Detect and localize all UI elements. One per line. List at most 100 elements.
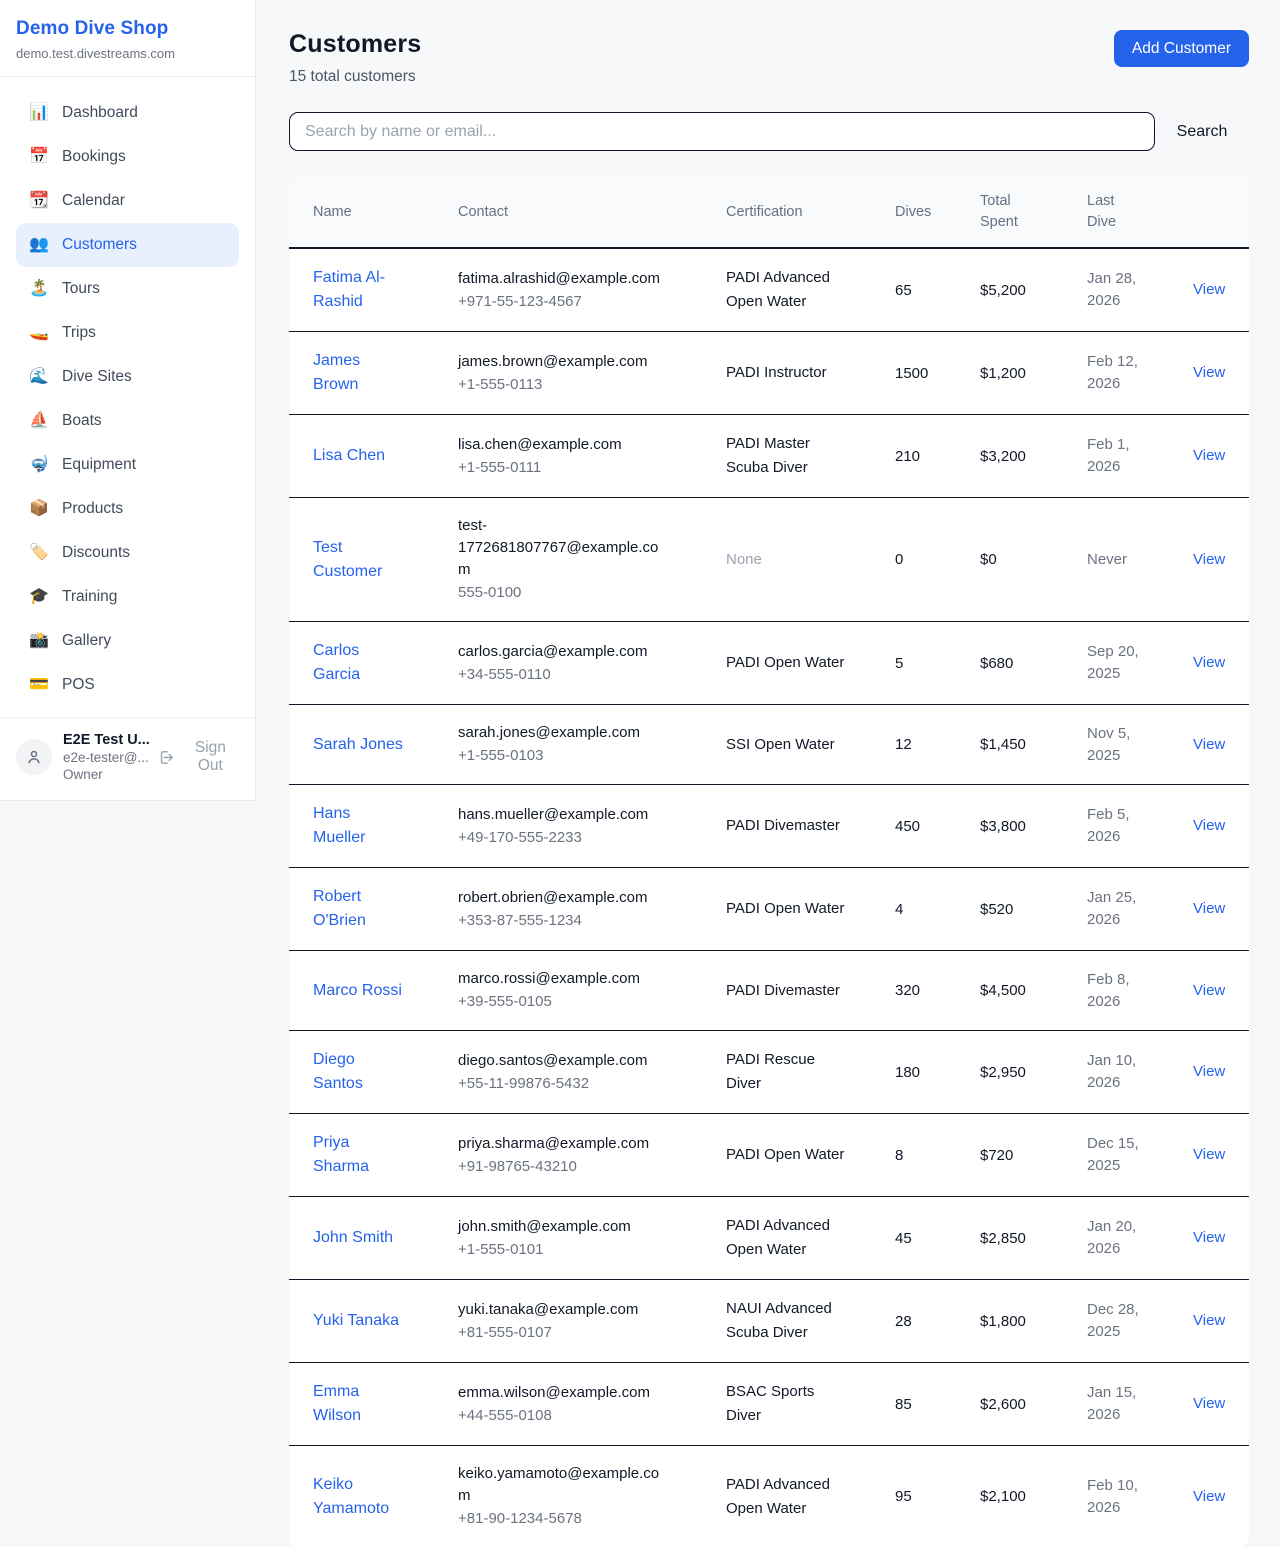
table-row: Diego Santos diego.santos@example.com +5… bbox=[289, 1031, 1249, 1114]
sidebar-item-bookings[interactable]: 📅 Bookings bbox=[16, 135, 239, 179]
page-header: Customers 15 total customers Add Custome… bbox=[289, 30, 1249, 86]
customer-name-link[interactable]: Emma Wilson bbox=[313, 1380, 406, 1428]
certification-value: PADI Open Water bbox=[726, 897, 844, 921]
search-input[interactable] bbox=[289, 112, 1155, 151]
sidebar-item-dive-sites[interactable]: 🌊 Dive Sites bbox=[16, 355, 239, 399]
sidebar-item-pos[interactable]: 💳 POS bbox=[16, 663, 239, 707]
sign-out-button[interactable]: Sign Out bbox=[158, 739, 239, 775]
customer-name-link[interactable]: James Brown bbox=[313, 349, 406, 397]
customer-last-dive-cell: Jan 10, 2026 bbox=[1087, 1050, 1193, 1094]
wave-icon: 🌊 bbox=[29, 369, 49, 385]
customer-total-spent-cell: $3,200 bbox=[980, 448, 1087, 465]
certification-value: NAUI Advanced Scuba Diver bbox=[726, 1297, 852, 1345]
sidebar-item-tours[interactable]: 🏝️ Tours bbox=[16, 267, 239, 311]
search-button[interactable]: Search bbox=[1177, 123, 1228, 141]
certification-value: PADI Rescue Diver bbox=[726, 1048, 852, 1096]
island-icon: 🏝️ bbox=[29, 281, 49, 297]
view-customer-link[interactable]: View bbox=[1193, 654, 1225, 671]
customer-name-link[interactable]: Diego Santos bbox=[313, 1048, 406, 1096]
customer-email: carlos.garcia@example.com bbox=[458, 641, 670, 663]
view-customer-link[interactable]: View bbox=[1193, 900, 1225, 917]
customer-name-link[interactable]: Keiko Yamamoto bbox=[313, 1473, 406, 1521]
customer-name-link[interactable]: Fatima Al-Rashid bbox=[313, 266, 406, 314]
customer-contact-cell: lisa.chen@example.com +1-555-0111 bbox=[458, 434, 726, 479]
view-customer-link[interactable]: View bbox=[1193, 551, 1225, 568]
customer-email: hans.mueller@example.com bbox=[458, 804, 670, 826]
sidebar-item-discounts[interactable]: 🏷️ Discounts bbox=[16, 531, 239, 575]
customer-name-link[interactable]: Sarah Jones bbox=[313, 733, 403, 757]
customer-email: yuki.tanaka@example.com bbox=[458, 1299, 670, 1321]
sidebar-item-calendar[interactable]: 📆 Calendar bbox=[16, 179, 239, 223]
last-dive-value: Feb 8, 2026 bbox=[1087, 969, 1147, 1013]
customer-email: lisa.chen@example.com bbox=[458, 434, 670, 456]
customer-name-cell: Hans Mueller bbox=[313, 802, 458, 850]
customer-name-link[interactable]: John Smith bbox=[313, 1226, 393, 1250]
customer-last-dive-cell: Feb 10, 2026 bbox=[1087, 1475, 1193, 1519]
customer-contact-cell: emma.wilson@example.com +44-555-0108 bbox=[458, 1382, 726, 1427]
sidebar-item-customers[interactable]: 👥 Customers bbox=[16, 223, 239, 267]
last-dive-value: Feb 10, 2026 bbox=[1087, 1475, 1147, 1519]
user-email: e2e-tester@... bbox=[63, 750, 147, 765]
sidebar-item-dashboard[interactable]: 📊 Dashboard bbox=[16, 91, 239, 135]
customer-phone: 555-0100 bbox=[458, 582, 726, 604]
customer-name-link[interactable]: Test Customer bbox=[313, 536, 406, 584]
last-dive-value: Feb 12, 2026 bbox=[1087, 351, 1147, 395]
column-header-total-spent: Total Spent bbox=[980, 191, 1087, 233]
view-customer-link[interactable]: View bbox=[1193, 817, 1225, 834]
camera-icon: 📸 bbox=[29, 633, 49, 649]
add-customer-button[interactable]: Add Customer bbox=[1114, 30, 1249, 67]
sidebar-item-boats[interactable]: ⛵ Boats bbox=[16, 399, 239, 443]
customer-name-link[interactable]: Carlos Garcia bbox=[313, 639, 406, 687]
search-bar: Search bbox=[289, 112, 1249, 151]
sidebar-item-trips[interactable]: 🚤 Trips bbox=[16, 311, 239, 355]
customer-name-cell: Priya Sharma bbox=[313, 1131, 458, 1179]
customer-certification-cell: BSAC Sports Diver bbox=[726, 1380, 895, 1428]
user-footer: E2E Test U... e2e-tester@... Owner Sign … bbox=[0, 717, 255, 800]
customer-name-cell: Emma Wilson bbox=[313, 1380, 458, 1428]
customer-name-link[interactable]: Lisa Chen bbox=[313, 444, 385, 468]
customer-name-link[interactable]: Yuki Tanaka bbox=[313, 1309, 399, 1333]
last-dive-value: Sep 20, 2025 bbox=[1087, 641, 1147, 685]
view-customer-link[interactable]: View bbox=[1193, 736, 1225, 753]
view-customer-link[interactable]: View bbox=[1193, 447, 1225, 464]
customer-last-dive-cell: Never bbox=[1087, 549, 1193, 571]
customer-certification-cell: SSI Open Water bbox=[726, 733, 895, 757]
customer-certification-cell: PADI Master Scuba Diver bbox=[726, 432, 895, 480]
customer-name-link[interactable]: Hans Mueller bbox=[313, 802, 406, 850]
customer-total-spent-cell: $680 bbox=[980, 655, 1087, 672]
certification-value: PADI Advanced Open Water bbox=[726, 1473, 852, 1521]
view-customer-link[interactable]: View bbox=[1193, 982, 1225, 999]
sidebar-item-products[interactable]: 📦 Products bbox=[16, 487, 239, 531]
view-customer-link[interactable]: View bbox=[1193, 1395, 1225, 1412]
customer-total-spent-cell: $520 bbox=[980, 901, 1087, 918]
view-customer-link[interactable]: View bbox=[1193, 1063, 1225, 1080]
customer-actions-cell: View bbox=[1193, 1395, 1233, 1413]
last-dive-value: Jan 25, 2026 bbox=[1087, 887, 1147, 931]
customer-contact-cell: fatima.alrashid@example.com +971-55-123-… bbox=[458, 268, 726, 313]
sidebar-item-training[interactable]: 🎓 Training bbox=[16, 575, 239, 619]
view-customer-link[interactable]: View bbox=[1193, 1488, 1225, 1505]
view-customer-link[interactable]: View bbox=[1193, 1229, 1225, 1246]
customer-last-dive-cell: Dec 15, 2025 bbox=[1087, 1133, 1193, 1177]
certification-value: PADI Advanced Open Water bbox=[726, 1214, 852, 1262]
last-dive-value: Feb 1, 2026 bbox=[1087, 434, 1147, 478]
view-customer-link[interactable]: View bbox=[1193, 281, 1225, 298]
customer-actions-cell: View bbox=[1193, 1063, 1233, 1081]
customer-name-cell: John Smith bbox=[313, 1226, 458, 1250]
view-customer-link[interactable]: View bbox=[1193, 364, 1225, 381]
customer-name-link[interactable]: Marco Rossi bbox=[313, 979, 402, 1003]
customer-certification-cell: None bbox=[726, 548, 895, 572]
customer-last-dive-cell: Jan 28, 2026 bbox=[1087, 268, 1193, 312]
view-customer-link[interactable]: View bbox=[1193, 1312, 1225, 1329]
customer-name-link[interactable]: Priya Sharma bbox=[313, 1131, 406, 1179]
shop-header: Demo Dive Shop demo.test.divestreams.com bbox=[0, 0, 255, 77]
view-customer-link[interactable]: View bbox=[1193, 1146, 1225, 1163]
sidebar-item-gallery[interactable]: 📸 Gallery bbox=[16, 619, 239, 663]
sidebar-nav: 📊 Dashboard 📅 Bookings 📆 Calendar 👥 Cust… bbox=[0, 77, 255, 717]
customer-dives-cell: 320 bbox=[895, 982, 980, 999]
customer-phone: +353-87-555-1234 bbox=[458, 910, 726, 932]
customer-last-dive-cell: Jan 25, 2026 bbox=[1087, 887, 1193, 931]
sidebar-item-equipment[interactable]: 🤿 Equipment bbox=[16, 443, 239, 487]
customer-name-link[interactable]: Robert O'Brien bbox=[313, 885, 406, 933]
table-row: Test Customer test-1772681807767@example… bbox=[289, 498, 1249, 622]
